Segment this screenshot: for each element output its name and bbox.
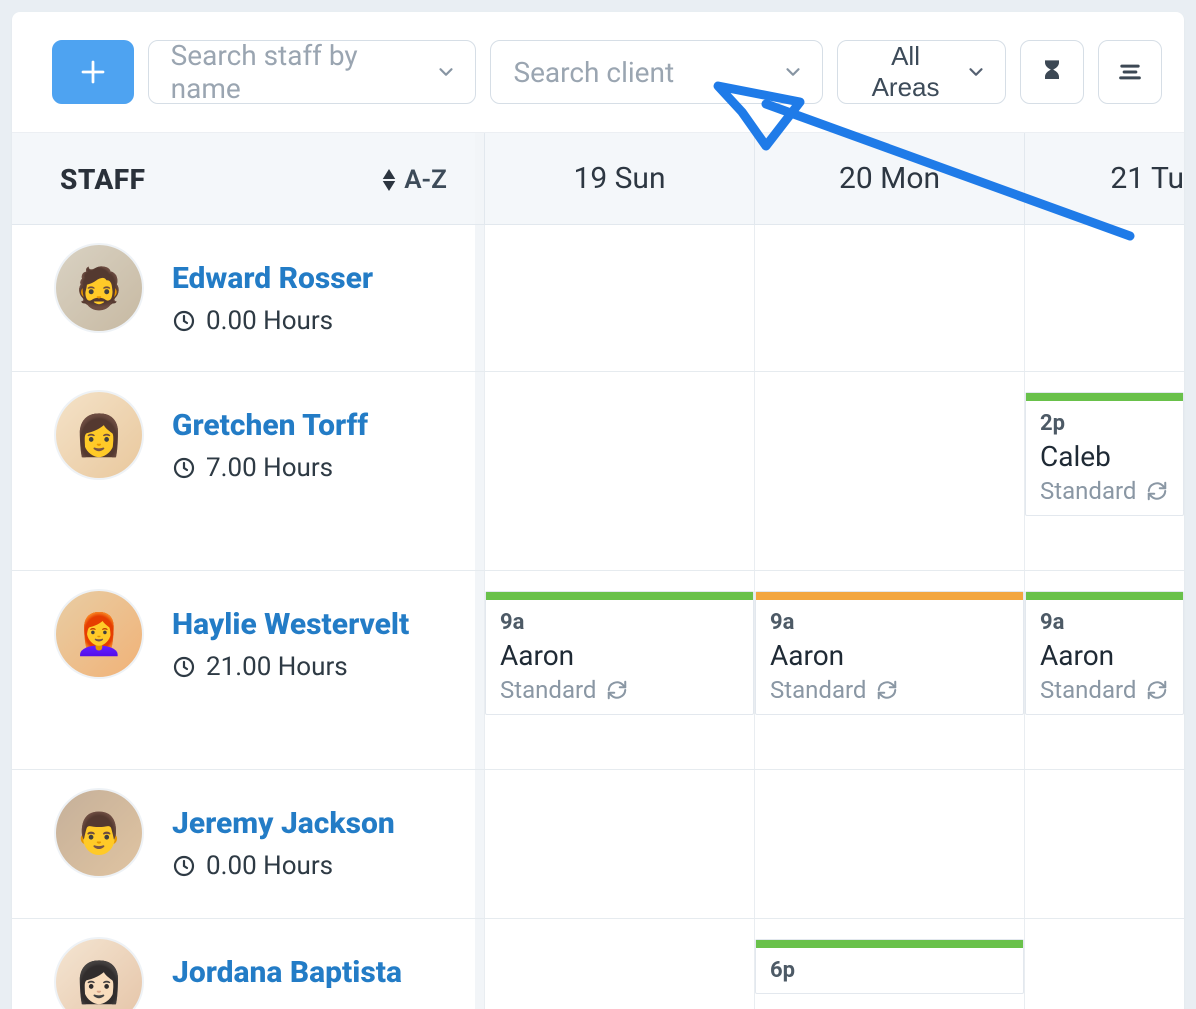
schedule-cell[interactable]	[754, 225, 1024, 371]
menu-button[interactable]	[1098, 40, 1162, 104]
event-client: Aaron	[770, 639, 1009, 672]
staff-row: 🧔 Edward Rosser 0.00 Hours	[12, 225, 1184, 372]
chevron-down-icon	[782, 61, 804, 83]
schedule-event[interactable]: 9a Aaron Standard	[485, 591, 754, 715]
staff-row: 👩🏻 Jordana Baptista 6p	[12, 919, 1184, 1009]
staff-row: 👩‍🦰 Haylie Westervelt 21.00 Hours	[12, 571, 1184, 770]
add-button[interactable]	[52, 40, 134, 104]
staff-hours: 7.00 Hours	[172, 453, 368, 483]
clock-icon	[172, 456, 196, 480]
staff-column-title: STAFF	[60, 163, 145, 196]
schedule-cell[interactable]: 6p	[754, 919, 1024, 1009]
clock-icon	[172, 309, 196, 333]
search-staff-select[interactable]: Search staff by name	[148, 40, 477, 104]
search-client-placeholder: Search client	[513, 56, 674, 89]
event-time: 9a	[1040, 610, 1169, 635]
avatar: 🧔	[54, 243, 144, 333]
event-client: Aaron	[1040, 639, 1169, 672]
event-time: 9a	[770, 610, 1009, 635]
sort-label: A-Z	[404, 165, 447, 195]
schedule-cell[interactable]	[1024, 225, 1184, 371]
header-row: STAFF A-Z 19 Sun 20 Mon 21 Tu	[12, 132, 1184, 225]
schedule-cell[interactable]: 2p Caleb Standard	[1024, 372, 1184, 570]
schedule-cell[interactable]	[1024, 919, 1184, 1009]
event-time: 9a	[500, 610, 739, 635]
hourglass-button[interactable]	[1020, 40, 1084, 104]
menu-lines-icon	[1116, 58, 1144, 86]
staff-name[interactable]: Jeremy Jackson	[172, 806, 395, 841]
schedule-cell[interactable]: 9a Aaron Standard	[754, 571, 1024, 769]
event-time: 2p	[1040, 411, 1169, 436]
repeat-icon	[1146, 679, 1168, 701]
avatar: 👨	[54, 788, 144, 878]
day-header[interactable]: 19 Sun	[484, 133, 754, 224]
schedule-cell[interactable]	[754, 770, 1024, 918]
event-time: 6p	[770, 958, 1009, 983]
schedule-event[interactable]: 9a Aaron Standard	[755, 591, 1024, 715]
schedule-cell[interactable]	[484, 919, 754, 1009]
staff-name[interactable]: Gretchen Torff	[172, 408, 368, 443]
search-staff-placeholder: Search staff by name	[171, 39, 416, 105]
event-type: Standard	[1040, 477, 1136, 505]
event-type: Standard	[500, 676, 596, 704]
areas-filter-button[interactable]: All Areas	[837, 40, 1006, 104]
repeat-icon	[606, 679, 628, 701]
avatar: 👩🏻	[54, 937, 144, 1009]
schedule-rows: 🧔 Edward Rosser 0.00 Hours	[12, 225, 1184, 1009]
search-client-select[interactable]: Search client	[490, 40, 823, 104]
toolbar: Search staff by name Search client All A…	[12, 12, 1184, 132]
staff-row: 👩 Gretchen Torff 7.00 Hours	[12, 372, 1184, 571]
clock-icon	[172, 655, 196, 679]
staff-hours: 0.00 Hours	[172, 851, 395, 881]
schedule-cell[interactable]	[484, 372, 754, 570]
chevron-down-icon	[965, 61, 987, 83]
schedule-cell[interactable]	[1024, 770, 1184, 918]
schedule-cell[interactable]: 9a Aaron Standard	[1024, 571, 1184, 769]
event-client: Caleb	[1040, 440, 1169, 473]
staff-name[interactable]: Haylie Westervelt	[172, 607, 409, 642]
sort-arrows-icon	[382, 169, 396, 191]
staff-row: 👨 Jeremy Jackson 0.00 Hours	[12, 770, 1184, 919]
schedule-event[interactable]: 6p	[755, 939, 1024, 994]
schedule-cell[interactable]	[484, 225, 754, 371]
event-client: Aaron	[500, 639, 739, 672]
clock-icon	[172, 854, 196, 878]
staff-name[interactable]: Edward Rosser	[172, 261, 373, 296]
event-type: Standard	[770, 676, 866, 704]
schedule-cell[interactable]	[754, 372, 1024, 570]
schedule-event[interactable]: 9a Aaron Standard	[1025, 591, 1184, 715]
areas-filter-label: All Areas	[856, 41, 955, 103]
schedule-cell[interactable]: 9a Aaron Standard	[484, 571, 754, 769]
day-header[interactable]: 20 Mon	[754, 133, 1024, 224]
staff-name[interactable]: Jordana Baptista	[172, 955, 402, 990]
day-header[interactable]: 21 Tu	[1024, 133, 1184, 224]
staff-hours: 0.00 Hours	[172, 306, 373, 336]
staff-hours: 21.00 Hours	[172, 652, 409, 682]
repeat-icon	[876, 679, 898, 701]
hourglass-icon	[1038, 58, 1066, 86]
chevron-down-icon	[435, 61, 457, 83]
schedule-cell[interactable]	[484, 770, 754, 918]
event-type: Standard	[1040, 676, 1136, 704]
schedule-event[interactable]: 2p Caleb Standard	[1025, 392, 1184, 516]
sort-control[interactable]: A-Z	[382, 165, 447, 195]
repeat-icon	[1146, 480, 1168, 502]
avatar: 👩‍🦰	[54, 589, 144, 679]
avatar: 👩	[54, 390, 144, 480]
